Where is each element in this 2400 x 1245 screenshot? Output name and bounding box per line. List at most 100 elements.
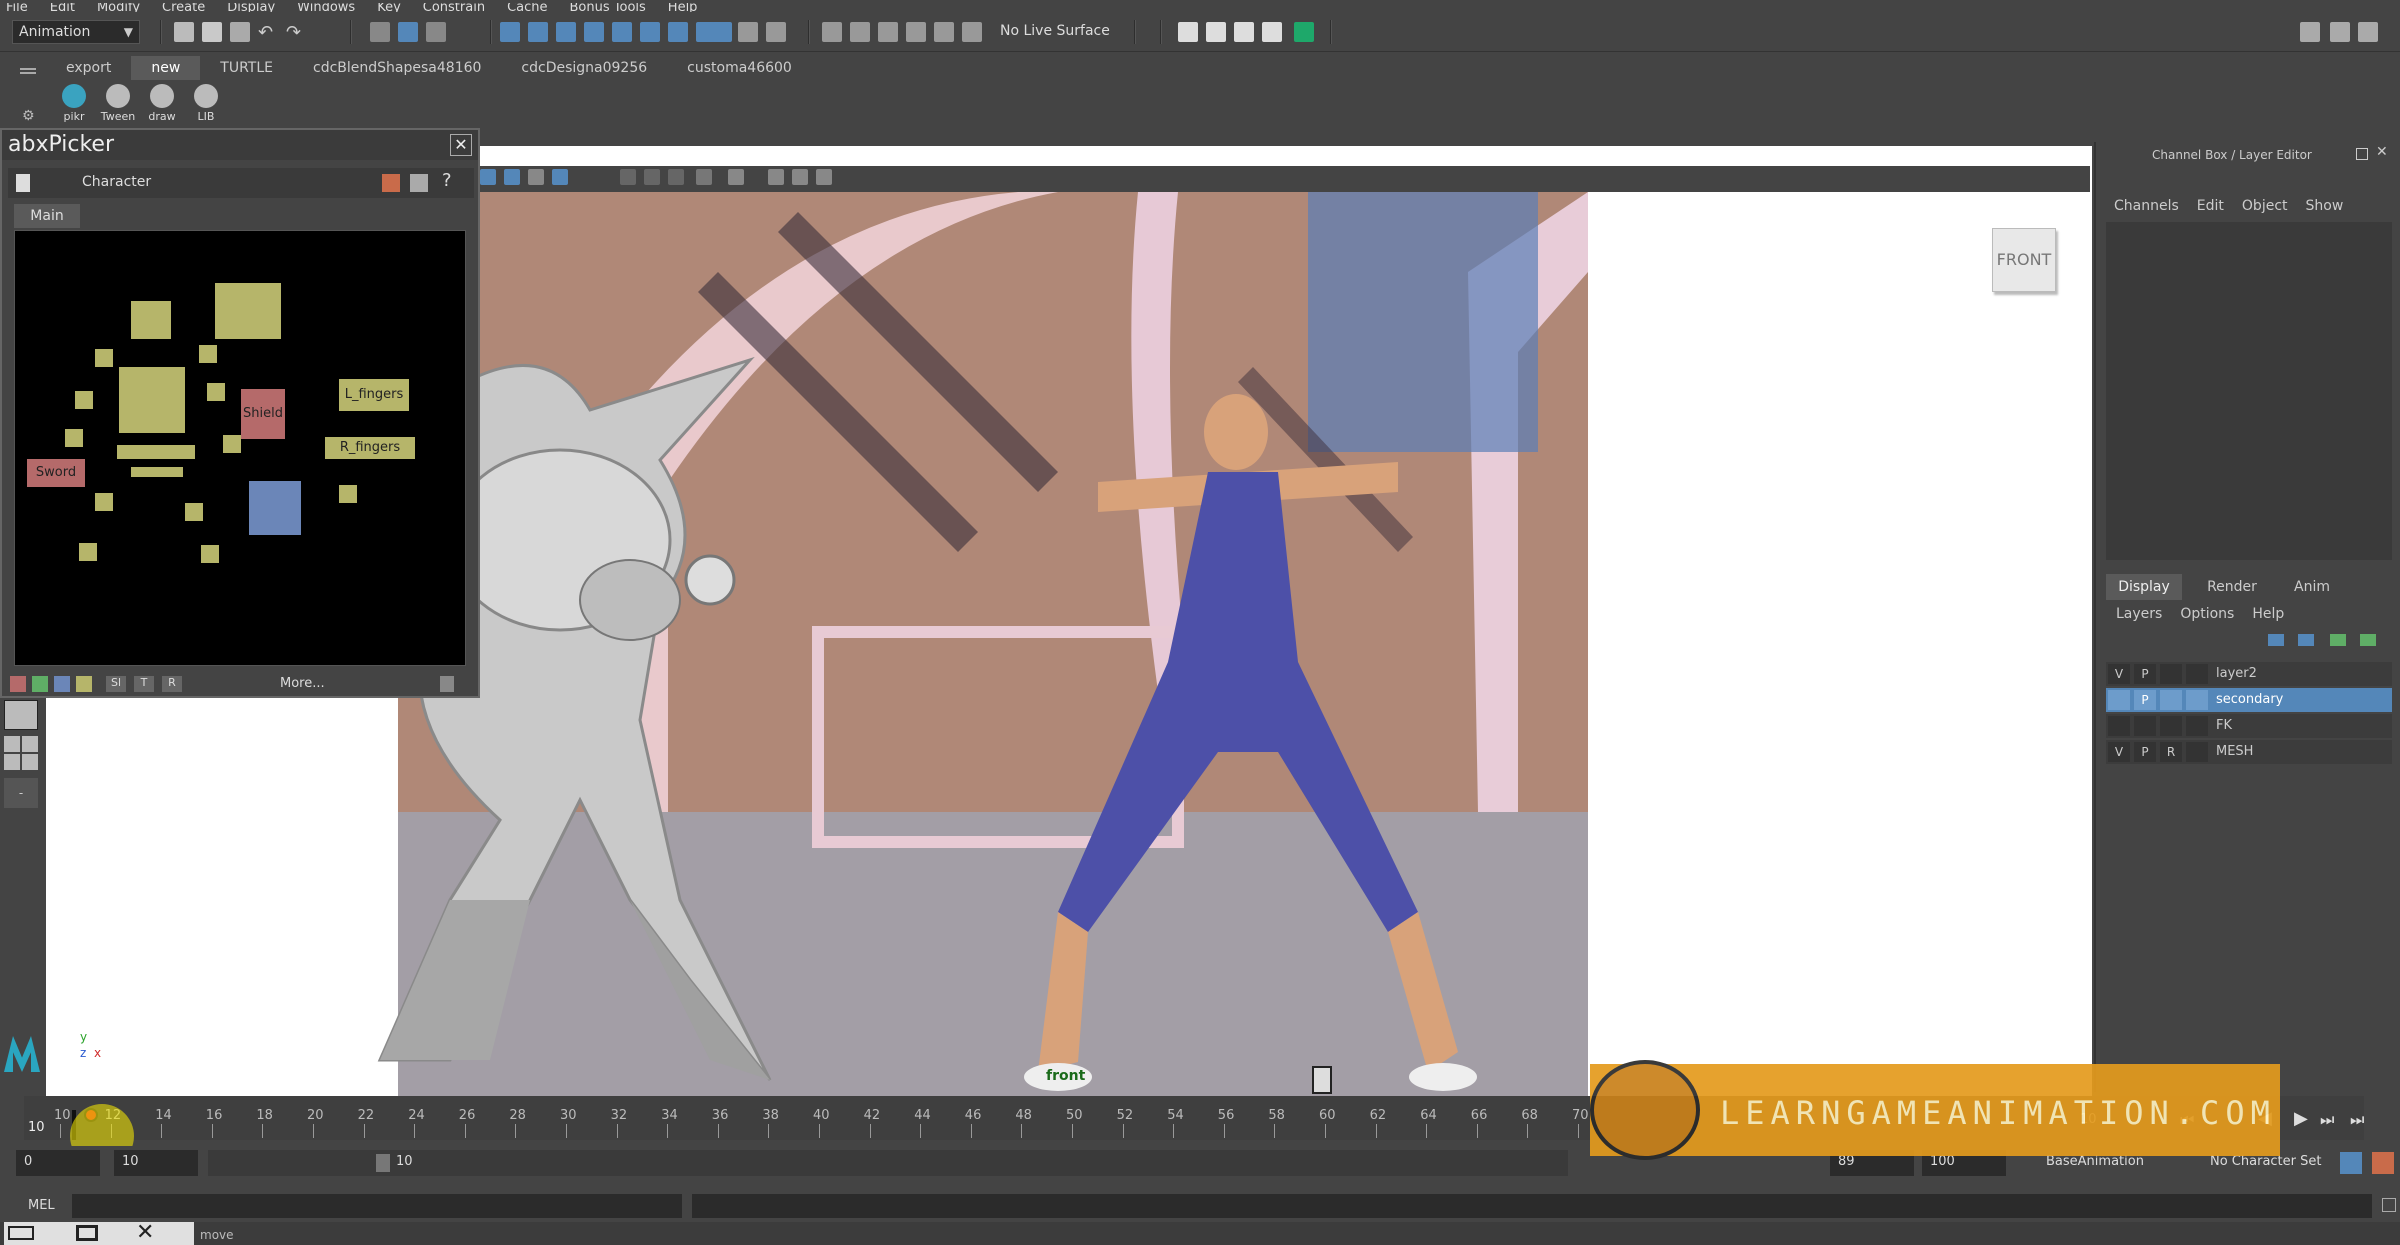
animation-start-field[interactable]: 0	[16, 1150, 100, 1176]
layer-row[interactable]: V P layer2	[2106, 662, 2392, 686]
resolution-icon[interactable]	[792, 169, 808, 185]
render-frame-icon[interactable]	[1206, 22, 1226, 42]
reflection-icon[interactable]	[934, 22, 954, 42]
shelf-settings-icon[interactable]: ⚙	[22, 108, 35, 124]
isolate-icon[interactable]	[528, 169, 544, 185]
view-cube[interactable]: FRONT	[1992, 228, 2056, 292]
layer-playback-toggle[interactable]: P	[2134, 664, 2156, 684]
tab-display[interactable]: Display	[2106, 574, 2182, 600]
close-icon[interactable]: ✕	[450, 134, 472, 156]
shelf-tab-turtle[interactable]: TURTLE	[200, 56, 293, 80]
layer-row[interactable]: P secondary	[2106, 688, 2392, 712]
shelf-button-lib[interactable]: LIB	[188, 84, 224, 123]
layer-color-swatch[interactable]	[2186, 742, 2208, 762]
picker-control-knee-r[interactable]	[185, 503, 203, 521]
snap-grid-icon[interactable]	[500, 22, 520, 42]
shelf-tab-design[interactable]: cdcDesigna09256	[501, 56, 667, 80]
swatch-blue-icon[interactable]	[54, 676, 70, 692]
picker-control-neck[interactable]	[131, 301, 171, 339]
layer-visibility-toggle[interactable]	[2108, 690, 2130, 710]
menu-layers[interactable]: Layers	[2116, 606, 2162, 622]
single-view-icon[interactable]	[4, 700, 38, 730]
live-surface-label[interactable]: No Live Surface	[1000, 23, 1110, 39]
picker-control-foot-l[interactable]	[79, 543, 97, 561]
shelf-tab-custom[interactable]: customa46600	[667, 56, 812, 80]
snap-view-icon[interactable]	[584, 22, 604, 42]
layer-reference-toggle[interactable]	[2160, 664, 2182, 684]
camera-attributes-icon[interactable]	[480, 169, 496, 185]
motion-blur-icon[interactable]	[696, 169, 712, 185]
symmetry-icon[interactable]	[766, 22, 786, 42]
layer-color-swatch[interactable]	[2186, 690, 2208, 710]
four-view-icon[interactable]	[4, 736, 38, 770]
view-cube-home-icon[interactable]	[1312, 1066, 1332, 1094]
ipr-render-icon[interactable]	[1234, 22, 1254, 42]
playback-start-field[interactable]: 10	[114, 1150, 198, 1176]
close-panel-icon[interactable]: ✕	[2376, 144, 2388, 160]
layer-reference-toggle[interactable]: R	[2160, 742, 2182, 762]
xray-icon[interactable]	[552, 169, 568, 185]
menu-channels[interactable]: Channels	[2114, 198, 2179, 214]
snap-surface-icon[interactable]	[612, 22, 632, 42]
workspace-icon[interactable]	[2300, 22, 2320, 42]
picker-tab-main[interactable]: Main	[14, 204, 80, 228]
tweak-icon[interactable]	[878, 22, 898, 42]
channel-list[interactable]	[2106, 222, 2392, 560]
picker-control-wrist-r[interactable]	[223, 435, 241, 453]
shadows-icon[interactable]	[644, 169, 660, 185]
picker-control-sword[interactable]: Sword	[27, 459, 85, 487]
redo-icon[interactable]: ↷	[286, 22, 306, 43]
document-icon[interactable]	[16, 174, 30, 192]
layout-options-icon[interactable]: -	[4, 778, 38, 808]
picker-help-icon[interactable]: ?	[442, 170, 452, 191]
shelf-tab-new[interactable]: new	[131, 56, 201, 80]
layer-playback-toggle[interactable]: P	[2134, 742, 2156, 762]
swatch-yellow-icon[interactable]	[76, 676, 92, 692]
picker-control-root[interactable]	[131, 467, 183, 477]
command-input[interactable]	[72, 1194, 682, 1218]
lock-icon[interactable]	[738, 22, 758, 42]
grid-toggle-icon[interactable]	[728, 169, 744, 185]
layer-reference-toggle[interactable]	[2160, 716, 2182, 736]
open-scene-icon[interactable]	[202, 22, 222, 42]
float-panel-icon[interactable]	[2356, 148, 2368, 160]
picker-control-knee-l[interactable]	[95, 493, 113, 511]
script-editor-icon[interactable]	[2382, 1198, 2396, 1212]
shelf-tab-blendshapes[interactable]: cdcBlendShapesa48160	[293, 56, 501, 80]
picker-control-l-fingers[interactable]: L_fingers	[339, 379, 409, 411]
picker-control-shoulder-l[interactable]	[95, 349, 113, 367]
layer-row[interactable]: FK	[2106, 714, 2392, 738]
select-by-hierarchy-icon[interactable]	[370, 22, 390, 42]
layer-row[interactable]: V P R MESH	[2106, 740, 2392, 764]
command-language-label[interactable]: MEL	[28, 1198, 55, 1213]
shelf-button-tween[interactable]: Tween	[100, 84, 136, 123]
menu-cb-edit[interactable]: Edit	[2197, 198, 2224, 214]
save-scene-icon[interactable]	[230, 22, 250, 42]
shelf-button-draw[interactable]: draw	[144, 84, 180, 123]
menu-layer-help[interactable]: Help	[2252, 606, 2284, 622]
layer-color-swatch[interactable]	[2186, 664, 2208, 684]
picker-control-elbow-r[interactable]	[207, 383, 225, 401]
picker-button-r[interactable]: R	[162, 676, 182, 692]
picker-titlebar[interactable]: abxPicker ✕	[2, 130, 478, 160]
swatch-red-icon[interactable]	[10, 676, 26, 692]
new-scene-icon[interactable]	[174, 22, 194, 42]
picker-button-t[interactable]: T	[134, 676, 154, 692]
layer-visibility-toggle[interactable]: V	[2108, 742, 2130, 762]
menu-options[interactable]: Options	[2180, 606, 2234, 622]
picker-more-button[interactable]: More...	[280, 676, 325, 691]
toggle-tool-settings-icon[interactable]	[2358, 22, 2378, 42]
soft-select-icon[interactable]	[906, 22, 926, 42]
tab-anim[interactable]: Anim	[2282, 574, 2342, 600]
new-empty-layer-icon[interactable]	[2330, 634, 2346, 646]
anim-layer-dropdown[interactable]: BaseAnimation	[2046, 1154, 2144, 1169]
picker-control-hips[interactable]	[117, 445, 195, 459]
maya-logo-icon[interactable]	[4, 1036, 40, 1072]
snap-curve-icon[interactable]	[528, 22, 548, 42]
lights-icon[interactable]	[620, 169, 636, 185]
shelf-tab-export[interactable]: export	[46, 56, 131, 80]
layer-color-swatch[interactable]	[2186, 716, 2208, 736]
picker-control-r-fingers[interactable]: R_fingers	[325, 437, 415, 459]
layer-visibility-toggle[interactable]: V	[2108, 664, 2130, 684]
lasso-icon[interactable]	[822, 22, 842, 42]
